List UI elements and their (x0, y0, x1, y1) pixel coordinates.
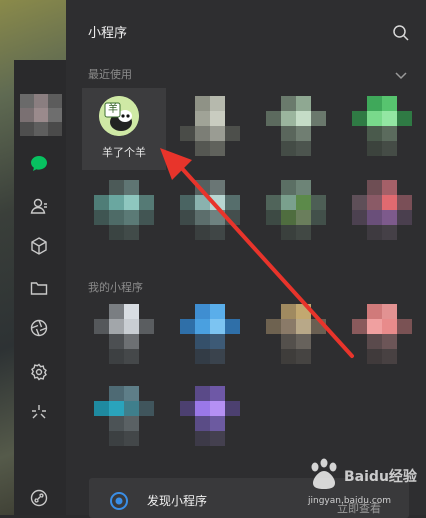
watermark-brand: Baidu经验 (344, 469, 417, 485)
annotation-arrow (160, 148, 354, 358)
watermark-url: jingyan.baidu.com (308, 496, 392, 506)
baidu-watermark: Baidu经验 jingyan.baidu.com (304, 458, 422, 512)
paw-logo-icon (311, 458, 337, 489)
